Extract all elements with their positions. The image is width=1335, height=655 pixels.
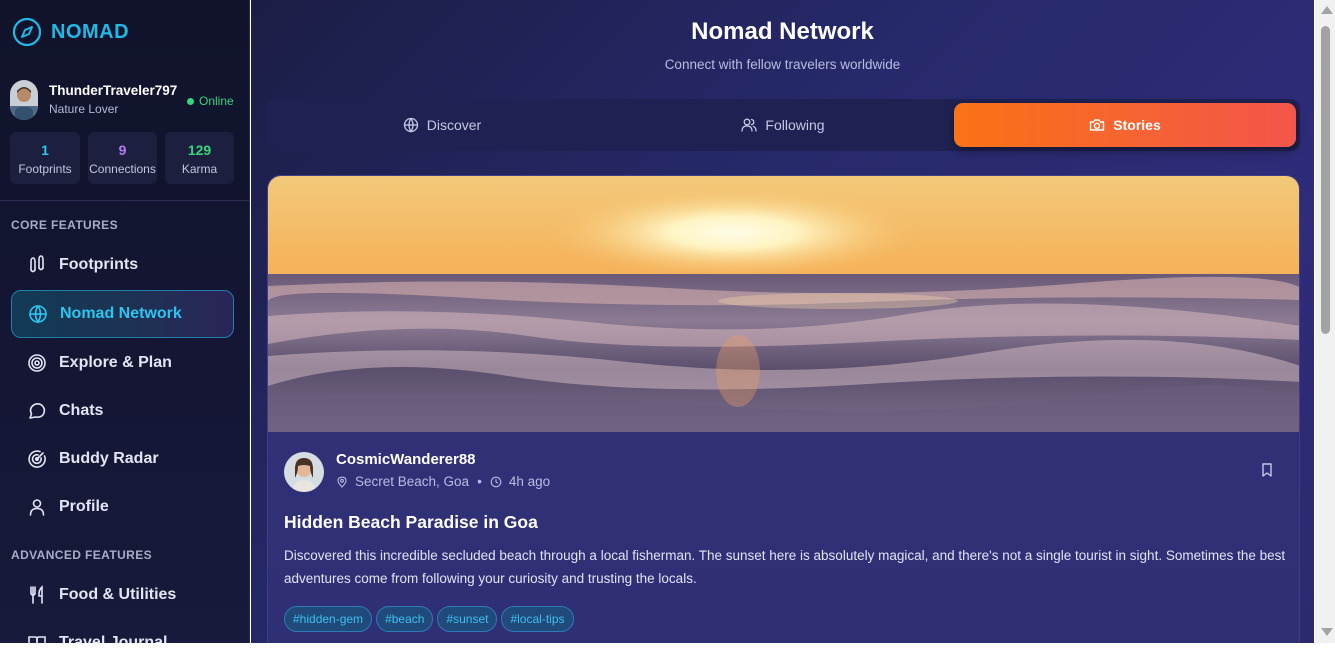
- stat-karma[interactable]: 129 Karma: [165, 132, 234, 184]
- map-pin-icon: [337, 476, 347, 488]
- sidebar-item-footprints[interactable]: Footprints: [11, 241, 234, 289]
- sidebar-item-food-utilities[interactable]: Food & Utilities: [11, 571, 234, 619]
- tag-chip[interactable]: #hidden-gem: [284, 606, 373, 632]
- vertical-scrollbar[interactable]: [1315, 0, 1335, 643]
- section-core-features: CORE FEATURES: [11, 218, 118, 232]
- sidebar-item-label: Footprints: [59, 256, 139, 273]
- sidebar-item-label: Profile: [59, 498, 109, 515]
- radar-icon: [28, 450, 46, 468]
- sidebar-item-buddy-radar[interactable]: Buddy Radar: [11, 435, 234, 483]
- stat-connections[interactable]: 9 Connections: [88, 132, 157, 184]
- camera-icon: [1090, 119, 1105, 131]
- post-meta: Secret Beach, Goa • 4h ago: [336, 471, 550, 493]
- sidebar: NOMAD ThunderTraveler797 Nature Lover On…: [0, 0, 250, 643]
- sidebar-item-label: Buddy Radar: [59, 450, 159, 467]
- sidebar-divider: [0, 200, 249, 201]
- clock-icon: [490, 476, 502, 488]
- stat-footprints[interactable]: 1 Footprints: [10, 132, 80, 184]
- avatar[interactable]: [284, 451, 324, 492]
- section-advanced-features: ADVANCED FEATURES: [11, 548, 153, 562]
- online-label: Online: [199, 94, 234, 108]
- stat-value: 129: [187, 142, 212, 158]
- tab-bar: Discover Following Stories: [267, 99, 1300, 151]
- user-icon: [29, 499, 45, 516]
- utensils-icon: [30, 585, 43, 604]
- page-title: Nomad Network: [691, 18, 874, 45]
- compass-icon: [12, 17, 42, 47]
- sidebar-item-label: Nomad Network: [60, 305, 182, 322]
- sidebar-item-profile[interactable]: Profile: [11, 483, 234, 531]
- meta-separator: •: [477, 474, 482, 489]
- window-bottom-edge: [0, 643, 1335, 655]
- stat-value: 1: [41, 142, 49, 158]
- tag-chip[interactable]: #local-tips: [501, 606, 574, 632]
- scroll-up-arrow-icon[interactable]: [1321, 6, 1333, 14]
- footprints-icon: [30, 255, 44, 273]
- sidebar-item-label: Travel Journal: [59, 634, 168, 643]
- globe-icon: [29, 305, 47, 324]
- post-time: 4h ago: [508, 474, 551, 489]
- tab-stories[interactable]: Stories: [954, 103, 1296, 147]
- sidebar-item-explore-plan[interactable]: Explore & Plan: [11, 339, 234, 387]
- sidebar-item-label: Food & Utilities: [59, 586, 177, 603]
- online-dot-icon: [187, 97, 194, 105]
- sidebar-item-chats[interactable]: Chats: [11, 387, 234, 435]
- tab-label: Following: [765, 117, 825, 133]
- tab-following[interactable]: Following: [612, 103, 954, 147]
- post-location: Secret Beach, Goa: [355, 474, 470, 489]
- tag-chip[interactable]: #sunset: [437, 606, 498, 632]
- user-subtitle: Nature Lover: [49, 102, 119, 116]
- post-body: Discovered this incredible secluded beac…: [284, 548, 1286, 586]
- sunset-beach-photo[interactable]: [268, 176, 1300, 432]
- stat-value: 9: [118, 142, 127, 158]
- sidebar-item-nomad-network[interactable]: Nomad Network: [11, 290, 234, 338]
- sidebar-item-label: Chats: [59, 402, 104, 419]
- globe-icon: [403, 117, 418, 133]
- user-name: ThunderTraveler797: [49, 83, 178, 98]
- user-card[interactable]: ThunderTraveler797 Nature Lover: [10, 80, 177, 120]
- stat-label: Karma: [181, 162, 218, 176]
- post-title: Hidden Beach Paradise in Goa: [284, 512, 538, 532]
- tab-label: Discover: [426, 117, 482, 133]
- tab-discover[interactable]: Discover: [271, 103, 613, 147]
- brand-logo[interactable]: NOMAD: [12, 16, 129, 48]
- chat-bubble-icon: [29, 403, 46, 419]
- post-tags: #hidden-gem #beach #sunset #local-tips: [284, 606, 574, 632]
- sidebar-item-label: Explore & Plan: [59, 354, 172, 371]
- main-content: Nomad Network Connect with fellow travel…: [251, 0, 1314, 643]
- stat-label: Connections: [89, 162, 156, 176]
- avatar[interactable]: [10, 80, 38, 120]
- tag-chip[interactable]: #beach: [376, 606, 434, 632]
- story-card[interactable]: CosmicWanderer88 Secret Beach, Goa • 4h …: [267, 175, 1300, 643]
- bookmark-icon[interactable]: [1259, 462, 1275, 478]
- online-status: Online: [187, 94, 234, 108]
- book-icon: [28, 636, 46, 643]
- sidebar-item-travel-journal[interactable]: Travel Journal: [11, 619, 234, 643]
- scroll-down-arrow-icon[interactable]: [1321, 628, 1333, 636]
- stat-label: Footprints: [18, 162, 72, 176]
- page-subtitle: Connect with fellow travelers worldwide: [664, 57, 901, 72]
- post-author[interactable]: CosmicWanderer88 Secret Beach, Goa • 4h …: [284, 450, 550, 493]
- post-author-name[interactable]: CosmicWanderer88: [336, 450, 550, 470]
- brand-name: NOMAD: [51, 20, 130, 43]
- target-icon: [28, 354, 46, 372]
- scrollbar-thumb[interactable]: [1321, 26, 1330, 334]
- users-icon: [741, 118, 758, 132]
- tab-label: Stories: [1113, 117, 1161, 133]
- user-stats: 1 Footprints 9 Connections 129 Karma: [10, 132, 234, 184]
